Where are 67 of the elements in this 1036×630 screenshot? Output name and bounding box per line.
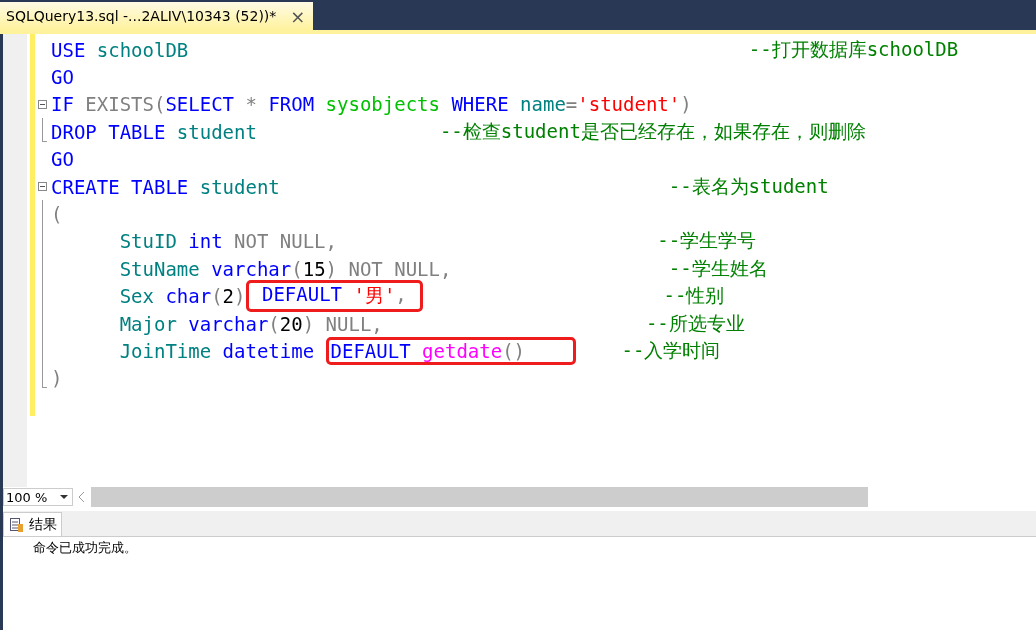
- code-comment: --检查student是否已经存在，如果存在，则删除: [438, 118, 866, 144]
- code-token: CREATE TABLE: [51, 175, 189, 198]
- code-token: sysobjects: [324, 93, 440, 116]
- code-token: (: [51, 203, 63, 226]
- code-token: EXISTS(: [84, 93, 166, 116]
- collapse-icon[interactable]: [38, 181, 47, 191]
- code-token: 15: [302, 257, 326, 280]
- document-tab[interactable]: SQLQuery13.sql -...2ALIV\10343 (52))* ×: [0, 2, 314, 30]
- code-token: ): [51, 367, 63, 390]
- code-token: FROM: [267, 93, 315, 116]
- code-token: StuID: [118, 230, 177, 253]
- code-token: (: [291, 257, 303, 280]
- code-token: ): [680, 93, 692, 116]
- code-token: (: [211, 285, 223, 308]
- code-token: (): [502, 340, 527, 362]
- code-token: WHERE: [450, 93, 509, 116]
- code-token: getdate: [421, 340, 503, 362]
- tab-title: SQLQuery13.sql -...2ALIV\10343 (52))*: [6, 8, 277, 24]
- code-token: schoolDB: [95, 38, 189, 61]
- code-comment: --所选专业: [644, 310, 745, 336]
- code-token: 20: [279, 312, 303, 335]
- code-comment: --学生学号: [656, 228, 757, 254]
- code-token: ): [234, 285, 246, 308]
- zoom-dropdown[interactable]: 100 %: [3, 488, 73, 506]
- code-token: datetime: [221, 340, 316, 362]
- code-token: SELECT: [165, 93, 235, 116]
- code-token: IF: [51, 93, 74, 116]
- results-tab[interactable]: 结果: [3, 512, 62, 536]
- dropdown-arrow-icon: [60, 495, 68, 499]
- close-icon[interactable]: ×: [290, 5, 306, 27]
- code-token: int: [187, 230, 223, 253]
- grid-icon: [10, 517, 23, 532]
- code-token: varchar: [210, 257, 292, 280]
- code-comment: --打开数据库schoolDB: [747, 36, 959, 62]
- code-token: DEFAULT: [260, 283, 343, 308]
- code-token: JoinTime: [118, 340, 212, 362]
- code-token: ) NULL,: [302, 312, 383, 335]
- code-token: 'student': [577, 93, 681, 116]
- code-token: ) NOT NULL,: [325, 257, 452, 280]
- code-token: char: [164, 285, 212, 308]
- code-token: DEFAULT: [330, 340, 411, 362]
- code-token: *: [244, 93, 257, 116]
- code-token: student: [198, 175, 280, 198]
- code-comment: --入学时间: [620, 338, 721, 363]
- code-token: '男': [352, 283, 396, 309]
- code-token: name: [519, 93, 566, 116]
- code-token: GO: [51, 66, 74, 89]
- code-comment: --性别: [662, 283, 725, 309]
- code-token: student: [175, 120, 257, 143]
- scrollbar-thumb[interactable]: [91, 487, 868, 507]
- code-token: GO: [51, 148, 74, 171]
- code-token: Major: [118, 312, 177, 335]
- result-message: 命令已成功完成。: [32, 539, 138, 557]
- code-token: Sex: [118, 285, 154, 308]
- code-comment: --学生姓名: [667, 255, 768, 281]
- code-token: varchar: [187, 312, 269, 335]
- scroll-left-icon[interactable]: [77, 491, 87, 503]
- code-comment: --表名为student: [667, 173, 829, 199]
- code-token: StuName: [118, 257, 200, 280]
- code-token: USE: [51, 38, 86, 61]
- code-token: (: [268, 312, 280, 335]
- code-token: ,: [395, 283, 408, 308]
- code-token: NOT NULL,: [233, 230, 337, 253]
- code-token: =: [565, 93, 578, 116]
- collapse-icon[interactable]: [38, 99, 47, 109]
- code-token: 2: [222, 285, 235, 308]
- code-token: DROP TABLE: [51, 120, 166, 143]
